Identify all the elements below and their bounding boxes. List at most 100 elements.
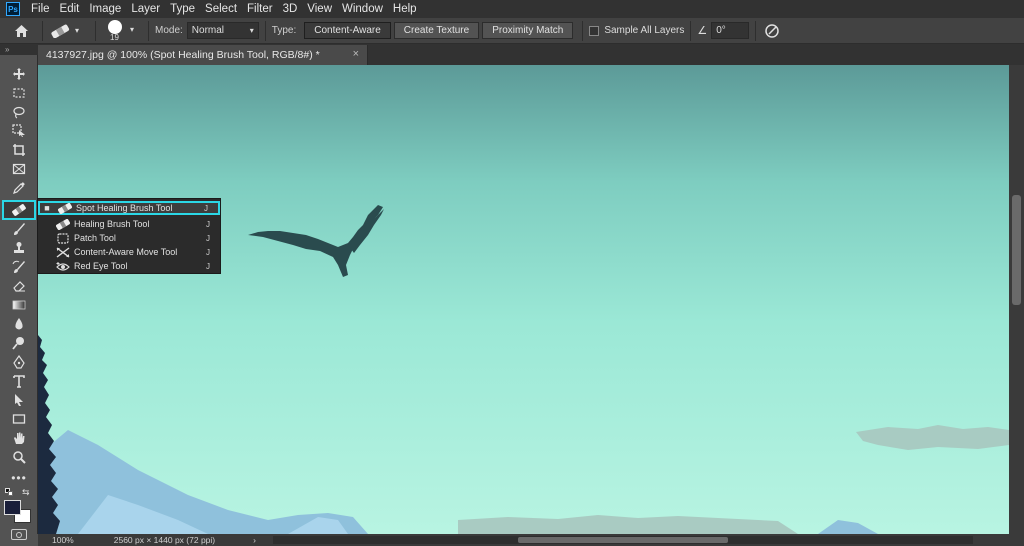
type-create-texture-button[interactable]: Create Texture xyxy=(393,22,480,39)
gradient-icon[interactable] xyxy=(9,296,29,313)
menu-3d[interactable]: 3D xyxy=(278,0,303,18)
brush-tip-icon xyxy=(108,19,122,34)
foreground-color-swatch[interactable] xyxy=(4,500,21,515)
default-colors-icon[interactable] xyxy=(5,488,14,497)
menu-type[interactable]: Type xyxy=(165,0,200,18)
menu-help[interactable]: Help xyxy=(388,0,422,18)
app-logo: Ps xyxy=(6,2,20,16)
zoom-icon[interactable] xyxy=(9,448,29,465)
content-aware-move-icon xyxy=(52,246,74,258)
hand-icon[interactable] xyxy=(9,429,29,446)
patch-icon xyxy=(52,232,74,244)
angle-icon: ∠ xyxy=(697,25,708,37)
more-tools-icon[interactable]: ••• xyxy=(9,469,29,486)
type-proximity-match-button[interactable]: Proximity Match xyxy=(482,22,574,39)
angle-input[interactable]: 0° xyxy=(711,22,750,39)
menu-window[interactable]: Window xyxy=(337,0,388,18)
document-tab-bar: 4137927.jpg @ 100% (Spot Healing Brush T… xyxy=(38,44,1024,65)
red-eye-icon xyxy=(52,260,74,272)
status-menu-chevron-icon[interactable]: › xyxy=(253,535,256,545)
document-info[interactable]: 2560 px × 1440 px (72 ppi) xyxy=(114,535,215,545)
bird-silhouette xyxy=(248,205,384,277)
flyout-item-shortcut: J xyxy=(206,261,210,271)
separator xyxy=(148,20,149,41)
angle-value: 0° xyxy=(716,25,726,36)
spot-healing-brush-icon xyxy=(51,24,70,38)
pressure-size-icon[interactable] xyxy=(762,21,782,41)
brush-size-label: 19 xyxy=(110,32,119,42)
move-tool-icon[interactable] xyxy=(9,65,29,82)
flyout-item-label: Content-Aware Move Tool xyxy=(74,247,178,257)
type-content-aware-button[interactable]: Content-Aware xyxy=(304,22,391,39)
path-selection-icon[interactable] xyxy=(9,391,29,408)
chevron-down-icon: ▾ xyxy=(249,26,254,35)
menu-filter[interactable]: Filter xyxy=(242,0,278,18)
menu-select[interactable]: Select xyxy=(200,0,242,18)
type-tool-icon[interactable] xyxy=(9,372,29,389)
eraser-icon[interactable] xyxy=(9,277,29,294)
flyout-item-shortcut: J xyxy=(206,219,210,229)
eyedropper-icon[interactable] xyxy=(9,179,29,196)
separator xyxy=(264,20,266,41)
canvas-artwork xyxy=(38,205,1009,534)
lasso-icon[interactable] xyxy=(9,103,29,120)
healing-brush-icon xyxy=(52,218,74,230)
selected-bullet-icon: ■ xyxy=(44,203,50,213)
frame-icon[interactable] xyxy=(9,160,29,177)
tools-panel: ••• ⇆ xyxy=(0,55,38,540)
crop-icon[interactable] xyxy=(9,141,29,158)
flyout-item-label: Patch Tool xyxy=(74,233,116,243)
spot-healing-brush-icon[interactable] xyxy=(9,201,29,218)
options-bar: ▾ 19 ▾ Mode: Normal ▾ Type: Content-Awar… xyxy=(0,18,1024,44)
horizontal-scrollbar[interactable] xyxy=(273,536,973,544)
menu-view[interactable]: View xyxy=(302,0,337,18)
close-icon[interactable]: × xyxy=(353,48,359,60)
separator xyxy=(42,20,43,41)
flyout-item-red-eye[interactable]: Red Eye Tool J xyxy=(38,259,220,273)
tool-preset-picker[interactable]: ▾ xyxy=(49,24,89,38)
menu-layer[interactable]: Layer xyxy=(126,0,165,18)
rectangular-marquee-icon[interactable] xyxy=(9,84,29,101)
mode-label: Mode: xyxy=(155,25,183,36)
sample-all-layers-checkbox[interactable] xyxy=(589,25,600,36)
flyout-item-shortcut: J xyxy=(206,233,210,243)
zoom-level[interactable]: 100% xyxy=(52,535,74,545)
brush-picker[interactable]: 19 ▾ xyxy=(102,18,142,44)
object-selection-icon[interactable] xyxy=(9,122,29,139)
mountain-shape xyxy=(38,430,878,534)
mode-value: Normal xyxy=(191,25,225,36)
menu-file[interactable]: File xyxy=(26,0,55,18)
flyout-item-healing-brush[interactable]: Healing Brush Tool J xyxy=(38,217,220,231)
toolbar-collapse-icon[interactable]: » xyxy=(0,44,38,55)
separator xyxy=(690,20,692,41)
brush-icon[interactable] xyxy=(9,220,29,237)
flyout-item-content-aware-move[interactable]: Content-Aware Move Tool J xyxy=(38,245,220,259)
history-brush-icon[interactable] xyxy=(9,258,29,275)
healing-tool-flyout-menu: ■ Spot Healing Brush Tool J Healing Brus… xyxy=(37,198,221,274)
tree-silhouette xyxy=(38,335,60,534)
quick-mask-icon[interactable] xyxy=(11,529,27,540)
flyout-item-shortcut: J xyxy=(204,203,208,213)
mode-dropdown[interactable]: Normal ▾ xyxy=(186,22,259,39)
horizontal-scrollbar-thumb[interactable] xyxy=(518,537,728,543)
pen-icon[interactable] xyxy=(9,353,29,370)
menu-image[interactable]: Image xyxy=(84,0,126,18)
flyout-item-patch[interactable]: Patch Tool J xyxy=(38,231,220,245)
separator xyxy=(95,20,96,41)
rectangle-shape-icon[interactable] xyxy=(9,410,29,427)
status-bar: 100% 2560 px × 1440 px (72 ppi) › xyxy=(38,534,1024,546)
clone-stamp-icon[interactable] xyxy=(9,239,29,256)
vertical-scrollbar-thumb[interactable] xyxy=(1012,195,1021,305)
document-tab-title: 4137927.jpg @ 100% (Spot Healing Brush T… xyxy=(46,49,320,61)
menu-edit[interactable]: Edit xyxy=(55,0,85,18)
sample-all-layers-label: Sample All Layers xyxy=(604,25,685,36)
swap-colors-icon[interactable]: ⇆ xyxy=(22,487,30,498)
document-tab[interactable]: 4137927.jpg @ 100% (Spot Healing Brush T… xyxy=(38,45,368,65)
vertical-scrollbar[interactable] xyxy=(1009,65,1024,534)
home-icon[interactable] xyxy=(6,19,36,43)
blur-icon[interactable] xyxy=(9,315,29,332)
dodge-icon[interactable] xyxy=(9,334,29,351)
document-canvas[interactable] xyxy=(38,65,1009,534)
flyout-item-shortcut: J xyxy=(206,247,210,257)
flyout-item-spot-healing-brush[interactable]: ■ Spot Healing Brush Tool J xyxy=(38,201,220,215)
